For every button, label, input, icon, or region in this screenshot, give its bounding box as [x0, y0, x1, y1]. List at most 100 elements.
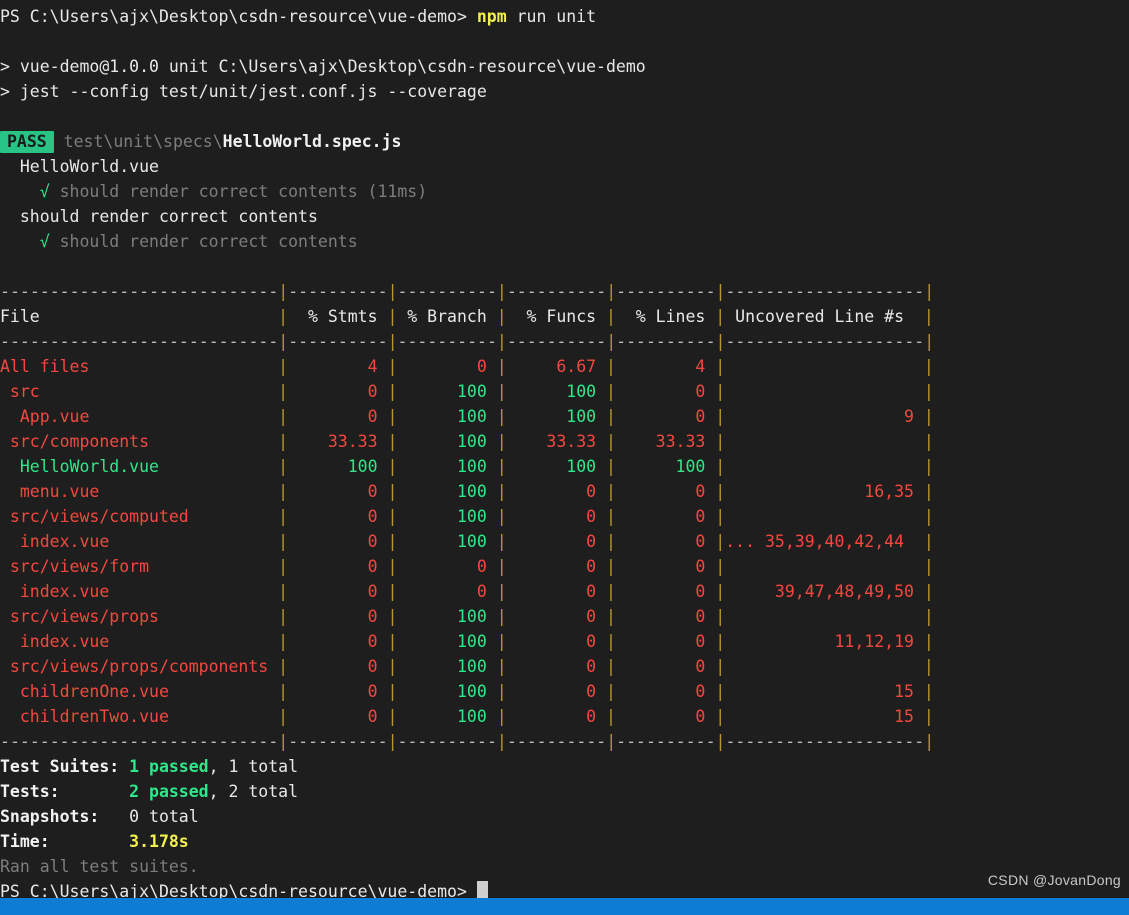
- cell-uncovered: [725, 557, 924, 576]
- coverage-table-row: src/views/form | 0 | 0 | 0 | 0 | |: [0, 557, 934, 576]
- cell-stmts: 33.33: [288, 432, 388, 451]
- summary-label: Snapshots:: [0, 807, 130, 826]
- cell-stmts: 0: [288, 682, 388, 701]
- coverage-table-row: src/views/props | 0 | 100 | 0 | 0 | |: [0, 607, 934, 626]
- cell-funcs: 0: [506, 557, 606, 576]
- cell-branch: 0: [397, 557, 497, 576]
- cell-uncovered: [725, 657, 924, 676]
- cell-file: src: [0, 382, 279, 401]
- test-suite-name-2: should render correct contents: [0, 207, 318, 226]
- summary-snapshots: Snapshots: 0 total: [0, 804, 1129, 829]
- coverage-separator-bottom: ----------------------------|----------|…: [0, 732, 935, 751]
- cell-stmts: 0: [288, 707, 388, 726]
- cell-file: src/views/form: [0, 557, 279, 576]
- summary-passed: 2 passed: [129, 782, 209, 801]
- cell-branch: 100: [397, 457, 497, 476]
- summary-passed: 1 passed: [129, 757, 209, 776]
- cell-funcs: 33.33: [506, 432, 606, 451]
- terminal-window[interactable]: PS C:\Users\ajx\Desktop\csdn-resource\vu…: [0, 0, 1129, 915]
- coverage-table-row: index.vue | 0 | 0 | 0 | 0 | 39,47,48,49,…: [0, 582, 934, 601]
- windows-taskbar[interactable]: [0, 898, 1129, 915]
- cell-file: src/views/computed: [0, 507, 279, 526]
- cell-stmts: 0: [288, 632, 388, 651]
- prompt-path: PS C:\Users\ajx\Desktop\csdn-resource\vu…: [0, 7, 477, 26]
- cell-lines: 0: [615, 507, 716, 526]
- test-result-line: PASS test\unit\specs\HelloWorld.spec.js: [0, 129, 1129, 154]
- cell-lines: 100: [615, 457, 716, 476]
- cell-lines: 0: [615, 632, 716, 651]
- test-case-label: should render correct contents: [59, 232, 358, 251]
- cell-stmts: 0: [288, 407, 388, 426]
- cell-lines: 0: [615, 657, 716, 676]
- cell-funcs: 0: [506, 507, 606, 526]
- cell-uncovered: [725, 507, 924, 526]
- check-icon: √: [0, 232, 60, 251]
- test-case-duration: (11ms): [357, 182, 428, 201]
- summary-test-suites: Test Suites: 1 passed, 1 total: [0, 754, 1129, 779]
- spec-filename: HelloWorld.spec.js: [222, 132, 402, 151]
- cell-file: menu.vue: [0, 482, 279, 501]
- coverage-table-row: All files | 4 | 0 | 6.67 | 4 | |: [0, 357, 934, 376]
- cell-stmts: 0: [288, 382, 388, 401]
- cell-stmts: 0: [288, 507, 388, 526]
- cell-stmts: 0: [288, 557, 388, 576]
- coverage-separator-top: ----------------------------|----------|…: [0, 282, 935, 301]
- test-case-row: √ should render correct contents: [0, 229, 1129, 254]
- cell-funcs: 100: [506, 407, 606, 426]
- cell-branch: 100: [397, 607, 497, 626]
- cell-file: src/components: [0, 432, 279, 451]
- ran-all-suites-text: Ran all test suites.: [0, 857, 199, 876]
- cell-branch: 100: [397, 407, 497, 426]
- cell-lines: 33.33: [615, 432, 716, 451]
- cell-file: App.vue: [0, 407, 279, 426]
- cell-file: childrenTwo.vue: [0, 707, 279, 726]
- cell-lines: 0: [615, 382, 716, 401]
- summary-time: Time: 3.178s: [0, 829, 1129, 854]
- coverage-table-row: src/views/computed | 0 | 100 | 0 | 0 | |: [0, 507, 934, 526]
- cell-file: src/views/props/components: [0, 657, 279, 676]
- cell-uncovered: [725, 457, 924, 476]
- cell-funcs: 0: [506, 532, 606, 551]
- cell-funcs: 100: [506, 457, 606, 476]
- cell-branch: 100: [397, 682, 497, 701]
- cell-uncovered: 9: [725, 407, 924, 426]
- column-header-lines: % Lines: [615, 307, 716, 326]
- cell-branch: 100: [397, 632, 497, 651]
- cell-branch: 0: [397, 357, 497, 376]
- npm-script-line-2: > jest --config test/unit/jest.conf.js -…: [0, 82, 487, 101]
- cell-funcs: 0: [506, 582, 606, 601]
- coverage-header-row: File | % Stmts | % Branch | % Funcs | % …: [0, 307, 934, 326]
- cell-branch: 100: [397, 482, 497, 501]
- cell-branch: 100: [397, 532, 497, 551]
- cell-uncovered: 15: [725, 707, 924, 726]
- cell-lines: 0: [615, 482, 716, 501]
- coverage-table-row: src | 0 | 100 | 100 | 0 | |: [0, 382, 934, 401]
- summary-label: Time:: [0, 832, 130, 851]
- cell-file: index.vue: [0, 582, 279, 601]
- spec-path: test\unit\specs\: [53, 132, 223, 151]
- csdn-watermark: CSDN @JovanDong: [987, 872, 1121, 888]
- summary-total: , 2 total: [208, 782, 299, 801]
- cell-funcs: 0: [506, 707, 606, 726]
- cell-branch: 0: [397, 582, 497, 601]
- coverage-table-row: HelloWorld.vue | 100 | 100 | 100 | 100 |…: [0, 457, 934, 476]
- pass-status-badge: PASS: [0, 131, 54, 153]
- column-header-stmts: % Stmts: [288, 307, 388, 326]
- summary-label: Tests:: [0, 782, 130, 801]
- cell-stmts: 0: [288, 532, 388, 551]
- cell-uncovered: 15: [725, 682, 924, 701]
- cell-stmts: 0: [288, 582, 388, 601]
- coverage-table-row: src/components | 33.33 | 100 | 33.33 | 3…: [0, 432, 934, 451]
- cell-stmts: 0: [288, 657, 388, 676]
- cell-uncovered: 11,12,19: [725, 632, 924, 651]
- command-args: run unit: [506, 7, 597, 26]
- prompt-line: PS C:\Users\ajx\Desktop\csdn-resource\vu…: [0, 4, 1129, 29]
- cell-file: childrenOne.vue: [0, 682, 279, 701]
- cell-lines: 0: [615, 582, 716, 601]
- column-header-branch: % Branch: [397, 307, 497, 326]
- column-header-uncovered: Uncovered Line #s: [725, 307, 924, 326]
- cell-uncovered: [725, 357, 924, 376]
- cell-file: index.vue: [0, 632, 279, 651]
